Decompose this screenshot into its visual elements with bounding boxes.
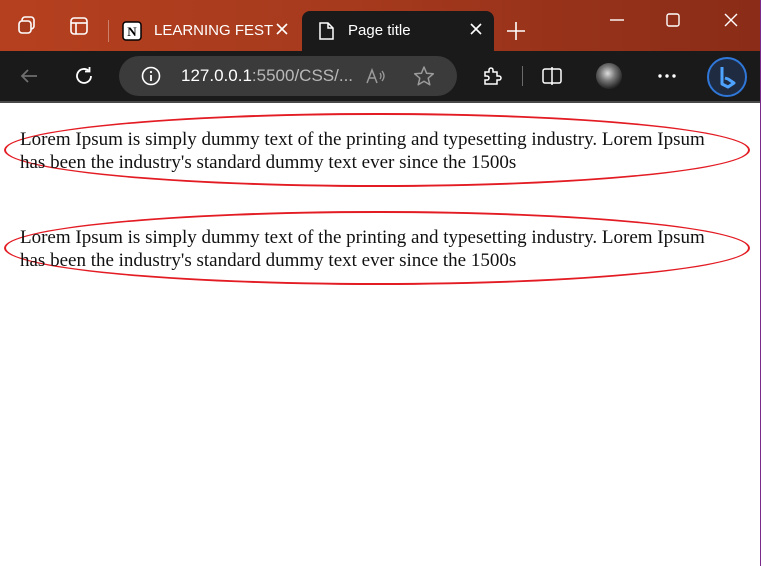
tab-page-title[interactable]: Page title — [302, 11, 494, 51]
rounded-paragraph: Lorem Ipsum is simply dummy text of the … — [4, 211, 750, 285]
document-icon — [316, 21, 336, 41]
notion-icon: N — [122, 21, 142, 41]
title-bar: N LEARNING FEST Page title — [0, 0, 760, 51]
profile-avatar[interactable] — [596, 63, 622, 89]
close-tab-icon[interactable] — [468, 21, 484, 37]
paragraph-text: Lorem Ipsum is simply dummy text of the … — [20, 227, 705, 271]
tab-label: LEARNING FEST — [154, 22, 274, 39]
browser-window: N LEARNING FEST Page title 127.0.0.1:550… — [0, 0, 761, 566]
url-text[interactable]: 127.0.0.1:5500/CSS/... — [181, 66, 353, 86]
workspaces-icon[interactable] — [15, 14, 39, 38]
address-bar[interactable]: 127.0.0.1:5500/CSS/... — [119, 56, 457, 96]
close-tab-icon[interactable] — [274, 21, 290, 37]
minimize-icon[interactable] — [607, 10, 627, 30]
copilot-icon[interactable] — [707, 57, 747, 97]
split-screen-icon[interactable] — [540, 64, 564, 88]
url-path: :5500/CSS/... — [251, 66, 354, 85]
extensions-icon[interactable] — [480, 64, 504, 88]
new-tab-icon[interactable] — [505, 20, 527, 42]
rounded-paragraph: Lorem Ipsum is simply dummy text of the … — [4, 113, 750, 187]
close-window-icon[interactable] — [721, 10, 741, 30]
back-icon[interactable] — [17, 64, 41, 88]
tab-actions-icon[interactable] — [67, 14, 91, 38]
page-content: Lorem Ipsum is simply dummy text of the … — [0, 103, 760, 566]
read-aloud-icon[interactable] — [365, 65, 387, 87]
more-options-icon[interactable] — [655, 64, 679, 88]
svg-text:N: N — [127, 24, 137, 39]
tab-learning-fest[interactable]: N LEARNING FEST — [112, 11, 300, 51]
paragraph-text: Lorem Ipsum is simply dummy text of the … — [20, 129, 705, 173]
toolbar-separator — [522, 66, 523, 86]
tab-separator — [108, 20, 109, 42]
refresh-icon[interactable] — [72, 64, 96, 88]
info-icon[interactable] — [140, 65, 162, 87]
toolbar: 127.0.0.1:5500/CSS/... — [0, 51, 760, 101]
favorite-star-icon[interactable] — [413, 65, 435, 87]
tab-label: Page title — [348, 22, 411, 39]
url-host: 127.0.0.1 — [181, 66, 252, 85]
maximize-icon[interactable] — [663, 10, 683, 30]
